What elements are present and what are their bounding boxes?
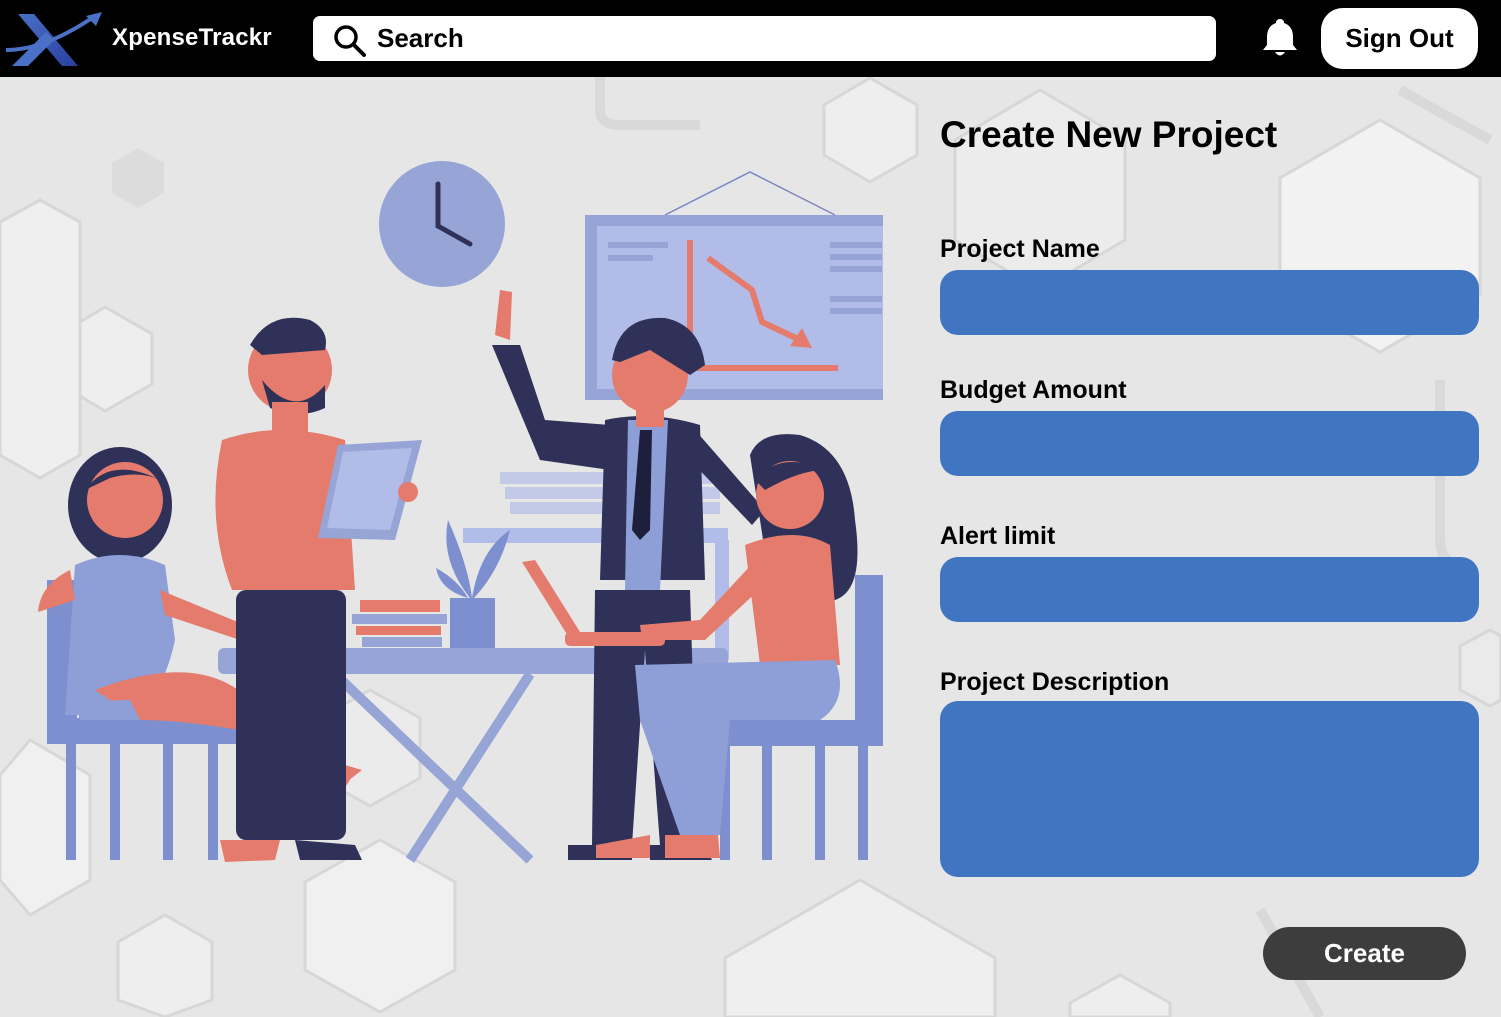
project-description-label: Project Description (940, 668, 1170, 696)
search-input[interactable] (377, 20, 1197, 57)
search-bar[interactable] (313, 16, 1216, 61)
project-name-label: Project Name (940, 235, 1100, 263)
clock-icon (379, 161, 505, 287)
sign-out-button[interactable]: Sign Out (1321, 8, 1478, 69)
search-icon (334, 25, 366, 57)
budget-amount-input[interactable] (940, 411, 1479, 476)
alert-limit-label: Alert limit (940, 522, 1056, 550)
team-meeting-illustration (38, 161, 883, 864)
brand-name: XpenseTrackr (112, 24, 272, 51)
top-navigation-bar: XpenseTrackr Sign Out (0, 0, 1501, 77)
alert-limit-input[interactable] (940, 557, 1479, 622)
project-description-input[interactable] (940, 701, 1479, 877)
page-title: Create New Project (940, 114, 1278, 155)
project-name-input[interactable] (940, 270, 1479, 335)
bell-icon[interactable] (1259, 15, 1301, 59)
create-button[interactable]: Create (1263, 927, 1466, 980)
budget-amount-label: Budget Amount (940, 376, 1127, 404)
logo-icon[interactable] (4, 10, 104, 68)
